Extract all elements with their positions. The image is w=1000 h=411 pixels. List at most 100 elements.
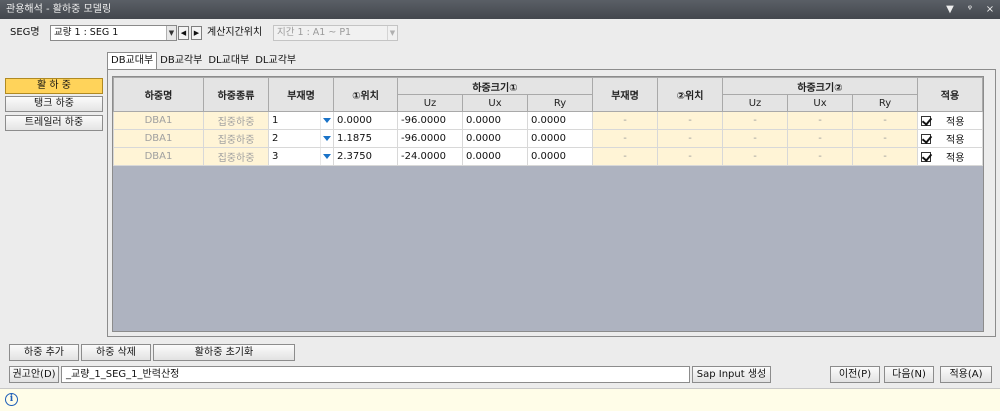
table-row: DBA1 집중하중 1 0.0000 -96.0000 0.0000 0.000… (113, 111, 983, 130)
load-table: 하중명 하중종류 부재명 ①위치 하중크기① 부재명 ②위치 하중크기② 적용 … (113, 77, 983, 166)
apply-label: 적용 (946, 153, 965, 164)
seg-select[interactable]: 교량 1 : SEG 1 ▼ (50, 25, 177, 41)
header-uz-2: Uz (722, 94, 788, 112)
header-ux-2: Ux (787, 94, 853, 112)
header-ry-1: Ry (527, 94, 593, 112)
sap-input-button[interactable]: Sap Input 생성 (692, 366, 771, 383)
close-icon[interactable]: × (984, 0, 996, 19)
cell-load-name: DBA1 (113, 147, 204, 166)
cell-apply[interactable]: 적용 (917, 147, 983, 166)
cell-apply[interactable]: 적용 (917, 129, 983, 148)
dropdown-arrow-icon[interactable] (320, 148, 333, 165)
cell-load-type: 집중하중 (203, 129, 269, 148)
cell-ux-2: - (787, 129, 853, 148)
cell-load-type: 집중하중 (203, 111, 269, 130)
header-magnitude-1: 하중크기① (397, 77, 593, 95)
header-uz-1: Uz (397, 94, 463, 112)
cell-load-type: 집중하중 (203, 147, 269, 166)
grid-frame: 하중명 하중종류 부재명 ①위치 하중크기① 부재명 ②위치 하중크기② 적용 … (107, 69, 996, 337)
cell-member-select[interactable]: 2 (268, 129, 334, 148)
manual-button[interactable]: 권고안(D) (9, 366, 59, 383)
span-label: 계산지간위치 (207, 27, 263, 38)
table-row: DBA1 집중하중 3 2.3750 -24.0000 0.0000 0.000… (113, 147, 983, 166)
apply-checkbox[interactable] (921, 134, 931, 144)
apply-checkbox[interactable] (921, 152, 931, 162)
apply-label: 적용 (946, 117, 965, 128)
cell-member-value: 2 (272, 133, 279, 144)
apply-label: 적용 (946, 135, 965, 146)
delete-load-button[interactable]: 하중 삭제 (81, 344, 151, 361)
cell-position[interactable]: 1.1875 (333, 129, 398, 148)
add-load-button[interactable]: 하중 추가 (9, 344, 79, 361)
header-member: 부재명 (268, 77, 334, 112)
cell-member-select[interactable]: 1 (268, 111, 334, 130)
tab-dl-pier[interactable]: DL교각부 (252, 53, 299, 69)
cell-position[interactable]: 0.0000 (333, 111, 398, 130)
cell-uz[interactable]: -96.0000 (397, 129, 463, 148)
cell-ux-2: - (787, 111, 853, 130)
filename-input[interactable]: _교량_1_SEG_1_반력산정 (61, 366, 690, 383)
cell-uz-2: - (722, 129, 788, 148)
seg-prev-button[interactable]: ◀ (178, 26, 189, 40)
seg-next-button[interactable]: ▶ (191, 26, 202, 40)
pin-icon[interactable]: ᵠ (964, 0, 976, 19)
info-icon: i (5, 393, 18, 406)
header-ux-1: Ux (462, 94, 528, 112)
dropdown-arrow-icon[interactable] (320, 130, 333, 147)
window-controls: ▼ ᵠ × (944, 0, 996, 19)
cell-ry-2: - (852, 129, 918, 148)
tank-load-button[interactable]: 탱크 하중 (5, 96, 103, 112)
tab-dl-abutment[interactable]: DL교대부 (205, 53, 252, 69)
cell-ry-2: - (852, 111, 918, 130)
cell-uz-2: - (722, 111, 788, 130)
apply-checkbox[interactable] (921, 116, 931, 126)
seg-row: SEG명 교량 1 : SEG 1 ▼ ◀ ▶ 계산지간위치 지간 1 : A1… (0, 24, 1000, 44)
header-load-name: 하중명 (113, 77, 204, 112)
status-bar: i (0, 388, 1000, 411)
cell-position[interactable]: 2.3750 (333, 147, 398, 166)
cell-member-select[interactable]: 3 (268, 147, 334, 166)
cell-apply[interactable]: 적용 (917, 111, 983, 130)
header-position-2: ②위치 (657, 77, 723, 112)
cell-ux-2: - (787, 147, 853, 166)
header-position-1: ①위치 (333, 77, 398, 112)
reset-live-load-button[interactable]: 활하중 초기화 (153, 344, 295, 361)
cell-ry[interactable]: 0.0000 (527, 129, 593, 148)
window-title: 관용해석 - 활하중 모델링 (6, 4, 112, 15)
trailer-load-button[interactable]: 트레일러 하중 (5, 115, 103, 131)
prev-button[interactable]: 이전(P) (830, 366, 880, 383)
cell-ry[interactable]: 0.0000 (527, 147, 593, 166)
span-select: 지간 1 : A1 ~ P1 ▼ (273, 25, 398, 41)
span-select-value: 지간 1 : A1 ~ P1 (277, 27, 352, 38)
cell-member-2: - (592, 111, 658, 130)
cell-ux[interactable]: 0.0000 (462, 129, 528, 148)
cell-uz[interactable]: -96.0000 (397, 111, 463, 130)
cell-position-2: - (657, 129, 723, 148)
tab-db-pier[interactable]: DB교각부 (157, 53, 205, 69)
table-row: DBA1 집중하중 2 1.1875 -96.0000 0.0000 0.000… (113, 129, 983, 148)
tab-bar: DB교대부 DB교각부 DL교대부 DL교각부 (107, 52, 299, 69)
cell-load-name: DBA1 (113, 129, 204, 148)
dropdown-icon[interactable]: ▼ (944, 0, 956, 19)
cell-ry-2: - (852, 147, 918, 166)
load-grid-area: 하중명 하중종류 부재명 ①위치 하중크기① 부재명 ②위치 하중크기② 적용 … (112, 76, 984, 332)
live-load-modeling-window: 관용해석 - 활하중 모델링 ▼ ᵠ × SEG명 교량 1 : SEG 1 ▼… (0, 0, 1000, 411)
cell-uz[interactable]: -24.0000 (397, 147, 463, 166)
cell-ux[interactable]: 0.0000 (462, 147, 528, 166)
apply-button[interactable]: 적용(A) (940, 366, 992, 383)
dropdown-arrow-icon[interactable] (320, 112, 333, 129)
seg-label: SEG명 (10, 27, 40, 38)
header-magnitude-2: 하중크기② (722, 77, 918, 95)
cell-ux[interactable]: 0.0000 (462, 111, 528, 130)
chevron-down-icon: ▼ (166, 26, 176, 40)
next-button[interactable]: 다음(N) (884, 366, 934, 383)
seg-select-value: 교량 1 : SEG 1 (54, 27, 119, 38)
cell-uz-2: - (722, 147, 788, 166)
header-apply: 적용 (917, 77, 983, 112)
cell-member-value: 3 (272, 151, 279, 162)
header-member-2: 부재명 (592, 77, 658, 112)
tab-db-abutment[interactable]: DB교대부 (107, 52, 158, 69)
cell-ry[interactable]: 0.0000 (527, 111, 593, 130)
chevron-down-icon: ▼ (387, 26, 397, 40)
live-load-button[interactable]: 활 하 중 (5, 78, 103, 94)
